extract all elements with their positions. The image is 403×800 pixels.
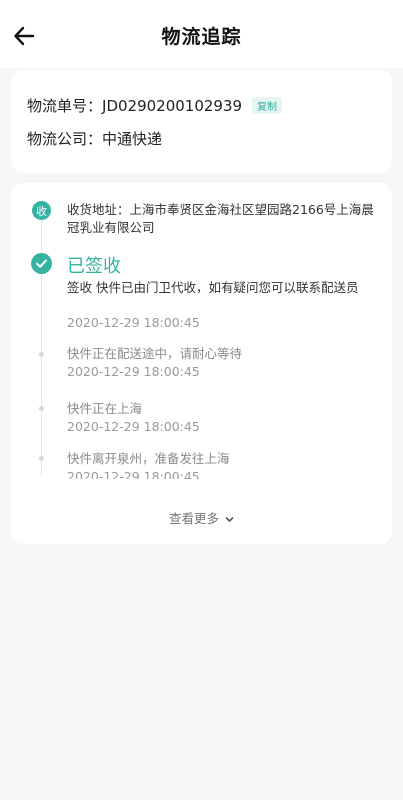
signed-check-icon [31, 253, 52, 274]
tracking-number-row: 物流单号： JD0290200102939 复制 [27, 95, 283, 116]
signed-status-title: 已签收 [67, 256, 121, 277]
timeline-event-text: 快件正在配送途中，请耐心等待 [67, 346, 243, 361]
receive-address: 收货地址：上海市奉贤区金海社区望园路2166号上海晨冠乳业有限公司 [67, 202, 374, 235]
timeline-event-text: 快件正在上海 [67, 401, 143, 416]
chevron-down-icon [225, 517, 234, 522]
timeline-event-time: 2020-12-29 18:00:45 [67, 364, 200, 379]
view-more-button[interactable]: 查看更多 [11, 508, 392, 527]
timeline-viewport: 收 收货地址：上海市奉贤区金海社区望园路2166号上海晨冠乳业有限公司 已签收 … [11, 183, 392, 479]
company-name: 中通快递 [102, 130, 163, 148]
view-more-label: 查看更多 [169, 511, 220, 526]
header-bar: 物流追踪 [0, 0, 403, 68]
timeline-event-text: 签收 快件已由门卫代收，如有疑问您可以联系配送员 [67, 280, 359, 295]
page-title: 物流追踪 [161, 26, 242, 48]
timeline-dot [39, 352, 44, 357]
timeline-event-time: 2020-12-29 18:00:45 [67, 315, 200, 330]
timeline-event-text: 快件离开泉州，准备发往上海 [67, 451, 230, 466]
copy-button[interactable]: 复制 [252, 97, 283, 114]
timeline-line [41, 211, 42, 476]
timeline-dot [39, 456, 44, 461]
timeline-event-time: 2020-12-29 18:00:45 [67, 469, 200, 479]
timeline-dot [39, 406, 44, 411]
tracking-number-value: JD0290200102939 [102, 96, 243, 115]
receive-address-badge: 收 [32, 201, 51, 220]
tracking-timeline-card: 收 收货地址：上海市奉贤区金海社区望园路2166号上海晨冠乳业有限公司 已签收 … [11, 183, 392, 544]
timeline-event-time: 2020-12-29 18:00:45 [67, 419, 200, 434]
company-label: 物流公司： [27, 130, 103, 148]
logistics-info-card: 物流单号： JD0290200102939 复制 物流公司： 中通快递 [11, 70, 392, 173]
tracking-number-label: 物流单号： [27, 97, 103, 115]
company-row: 物流公司： 中通快递 [27, 128, 162, 149]
